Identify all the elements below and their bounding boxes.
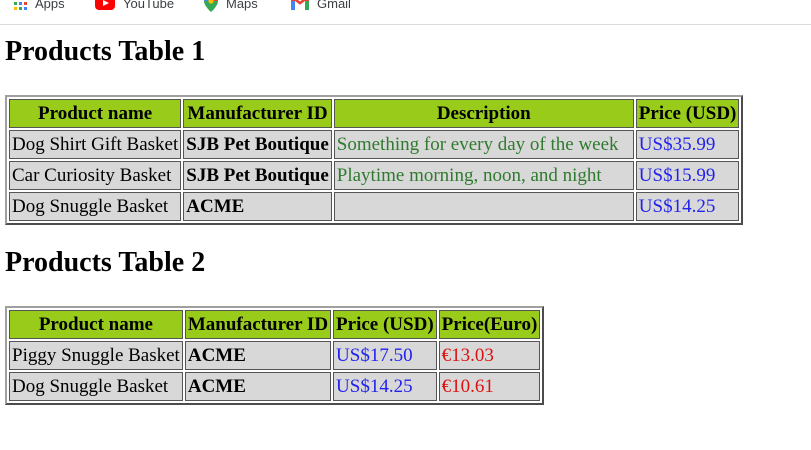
cell-manufacturer-id: ACME (184, 372, 332, 401)
products-table-1: Product name Manufacturer ID Description… (5, 95, 744, 225)
bookmark-label: Apps (35, 0, 65, 11)
bookmark-label: YouTube (123, 0, 175, 11)
cell-description: Something for every day of the week (333, 130, 634, 159)
col-price-usd: Price (USD) (635, 99, 740, 128)
cell-price-usd: US$17.50 (333, 341, 437, 370)
cell-price-euro: €13.03 (438, 341, 541, 370)
table-row: Dog Shirt Gift Basket SJB Pet Boutique S… (9, 130, 740, 159)
products-table-2: Product name Manufacturer ID Price (USD)… (5, 306, 545, 405)
table-header-row: Product name Manufacturer ID Description… (9, 99, 740, 128)
table1-heading: Products Table 1 (5, 36, 206, 67)
col-price-euro: Price(Euro) (438, 310, 541, 339)
cell-price-usd: US$15.99 (635, 161, 740, 190)
cell-manufacturer-id: ACME (184, 341, 332, 370)
cell-price-euro: €10.61 (438, 372, 541, 401)
cell-product-name: Dog Snuggle Basket (9, 372, 183, 401)
cell-product-name: Piggy Snuggle Basket (9, 341, 183, 370)
cell-description: Playtime morning, noon, and night (333, 161, 634, 190)
table-row: Dog Snuggle Basket ACME US$14.25 €10.61 (9, 372, 541, 401)
bookmark-gmail[interactable]: Gmail (291, 0, 351, 11)
cell-price-usd: US$35.99 (635, 130, 740, 159)
table-row: Piggy Snuggle Basket ACME US$17.50 €13.0… (9, 341, 541, 370)
cell-manufacturer-id: SJB Pet Boutique (183, 161, 332, 190)
col-product-name: Product name (9, 99, 182, 128)
col-manufacturer-id: Manufacturer ID (183, 99, 332, 128)
col-description: Description (333, 99, 634, 128)
bookmark-maps[interactable]: Maps (204, 0, 258, 12)
col-price-usd: Price (USD) (333, 310, 437, 339)
cell-product-name: Dog Shirt Gift Basket (9, 130, 182, 159)
cell-price-usd: US$14.25 (635, 192, 740, 221)
table-row: Car Curiosity Basket SJB Pet Boutique Pl… (9, 161, 740, 190)
youtube-icon (95, 0, 115, 10)
cell-description (333, 192, 634, 221)
bookmarks-bar: Apps YouTube Maps Gmail (0, 0, 811, 25)
col-manufacturer-id: Manufacturer ID (184, 310, 332, 339)
apps-grid-icon (14, 0, 27, 10)
bookmark-label: Maps (226, 0, 258, 11)
cell-product-name: Car Curiosity Basket (9, 161, 182, 190)
cell-manufacturer-id: SJB Pet Boutique (183, 130, 332, 159)
table2-heading: Products Table 2 (5, 247, 206, 278)
bookmark-apps[interactable]: Apps (14, 0, 65, 11)
cell-product-name: Dog Snuggle Basket (9, 192, 182, 221)
cell-manufacturer-id: ACME (183, 192, 332, 221)
col-product-name: Product name (9, 310, 183, 339)
bookmark-label: Gmail (317, 0, 351, 11)
bookmark-youtube[interactable]: YouTube (95, 0, 174, 11)
table-header-row: Product name Manufacturer ID Price (USD)… (9, 310, 541, 339)
gmail-icon (291, 0, 309, 10)
cell-price-usd: US$14.25 (333, 372, 437, 401)
maps-icon (204, 0, 218, 12)
table-row: Dog Snuggle Basket ACME US$14.25 (9, 192, 740, 221)
